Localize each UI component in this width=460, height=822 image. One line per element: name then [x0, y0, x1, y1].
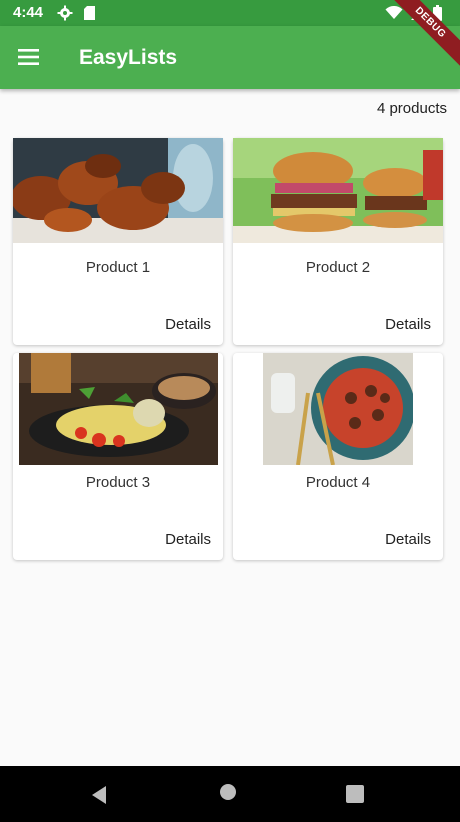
recents-button[interactable]: [340, 780, 370, 810]
product-title: Product 4: [305, 474, 371, 491]
signal-icon: [411, 6, 425, 20]
details-button[interactable]: Details: [385, 316, 431, 333]
hamburger-menu-icon: [18, 49, 39, 65]
wifi-icon: [385, 6, 403, 19]
sd-card-icon: [84, 6, 95, 20]
home-icon: [220, 784, 236, 800]
status-time: 4:44: [13, 4, 44, 21]
product-card[interactable]: Product 1 Details: [13, 138, 223, 345]
back-button[interactable]: [85, 780, 115, 810]
battery-icon: [433, 5, 442, 21]
product-image: [19, 353, 218, 465]
home-button[interactable]: [213, 780, 243, 810]
settings-icon: [57, 5, 73, 21]
product-card[interactable]: Product 4 Details: [233, 353, 443, 560]
product-card[interactable]: Product 2 Details: [233, 138, 443, 345]
product-title: Product 2: [305, 259, 371, 276]
product-image: [13, 138, 223, 243]
product-image: [263, 353, 413, 465]
product-card[interactable]: Product 3 Details: [13, 353, 223, 560]
details-button[interactable]: Details: [165, 316, 211, 333]
product-title: Product 1: [85, 259, 151, 276]
product-title: Product 3: [85, 474, 151, 491]
menu-button[interactable]: [10, 38, 48, 76]
app-bar: EasyLists: [0, 26, 460, 89]
product-count: 4 products: [376, 100, 447, 117]
status-bar: 4:44: [0, 0, 460, 26]
product-image: [233, 138, 443, 243]
details-button[interactable]: Details: [165, 531, 211, 548]
recents-icon: [346, 785, 364, 803]
back-icon: [92, 786, 106, 804]
navigation-bar: [0, 766, 460, 822]
app-title: EasyLists: [79, 46, 178, 69]
details-button[interactable]: Details: [385, 531, 431, 548]
